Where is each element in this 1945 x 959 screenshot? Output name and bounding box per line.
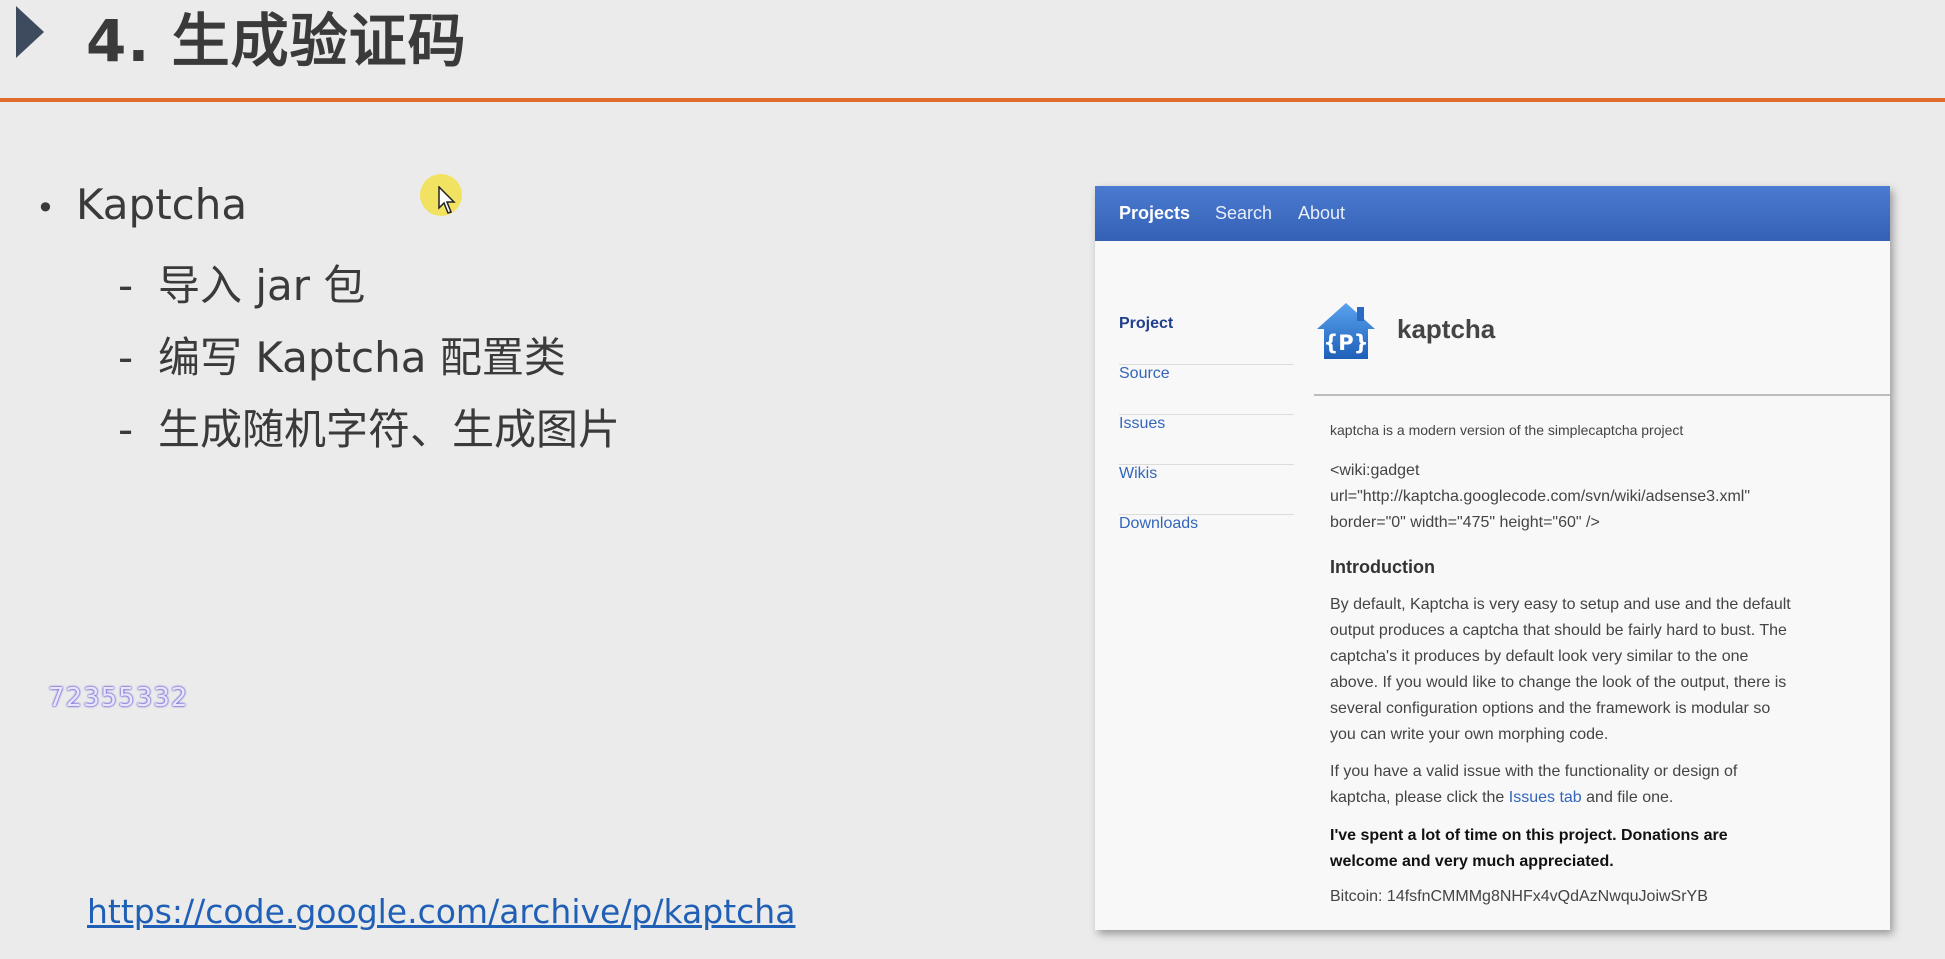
sub-item-2: - 编写 Kaptcha 配置类 <box>118 333 566 382</box>
issues-paragraph: If you have a valid issue with the funct… <box>1330 763 1738 806</box>
issues-tab-link[interactable]: Issues tab <box>1509 789 1582 806</box>
top-nav-bar: Projects Search About <box>1095 186 1890 241</box>
introduction-heading: Introduction <box>1330 557 1435 577</box>
project-description: kaptcha is a modern version of the simpl… <box>1330 422 1684 438</box>
sub-item-label: 导入 jar 包 <box>158 261 366 310</box>
sub-item-1: - 导入 jar 包 <box>118 261 366 310</box>
title-divider <box>0 98 1945 102</box>
kaptcha-archive-link[interactable]: https://code.google.com/archive/p/kaptch… <box>87 892 795 931</box>
sidebar-item-wikis[interactable]: Wikis <box>1119 465 1294 515</box>
project-logo-text: {P} <box>1323 331 1368 355</box>
sidebar-item-downloads[interactable]: Downloads <box>1119 515 1294 564</box>
slide-title: 4. 生成验证码 <box>86 7 467 75</box>
sub-item-label: 生成随机字符、生成图片 <box>158 405 621 454</box>
project-name: kaptcha <box>1397 314 1496 344</box>
sub-item-label: 编写 Kaptcha 配置类 <box>158 333 566 382</box>
watermark: 72355332 <box>48 683 189 713</box>
slide-arrow-icon <box>16 6 44 58</box>
nav-about[interactable]: About <box>1298 203 1345 224</box>
sidebar-item-source[interactable]: Source <box>1119 365 1294 415</box>
donation-paragraph: I've spent a lot of time on this project… <box>1330 827 1728 870</box>
project-header-divider <box>1314 394 1890 396</box>
sidebar-item-issues[interactable]: Issues <box>1119 415 1294 465</box>
nav-search[interactable]: Search <box>1215 203 1272 224</box>
bullet-kaptcha: • Kaptcha <box>36 180 247 229</box>
bullet-dot-icon: • <box>36 188 55 227</box>
wiki-gadget-code: <wiki:gadget url="http://kaptcha.googlec… <box>1330 462 1751 531</box>
bitcoin-address: Bitcoin: 14fsfnCMMMg8NHFx4vQdAzNwquJoiwS… <box>1330 888 1708 905</box>
bullet-label: Kaptcha <box>76 180 248 229</box>
introduction-paragraph: By default, Kaptcha is very easy to setu… <box>1330 596 1791 743</box>
sub-item-3: - 生成随机字符、生成图片 <box>118 405 621 454</box>
nav-projects[interactable]: Projects <box>1119 203 1190 224</box>
project-logo-icon: {P} <box>1317 303 1375 359</box>
embedded-webpage: Projects Search About Project Source Iss… <box>1095 186 1890 930</box>
sidebar-item-project[interactable]: Project <box>1119 315 1294 365</box>
mouse-pointer-icon <box>438 186 456 214</box>
